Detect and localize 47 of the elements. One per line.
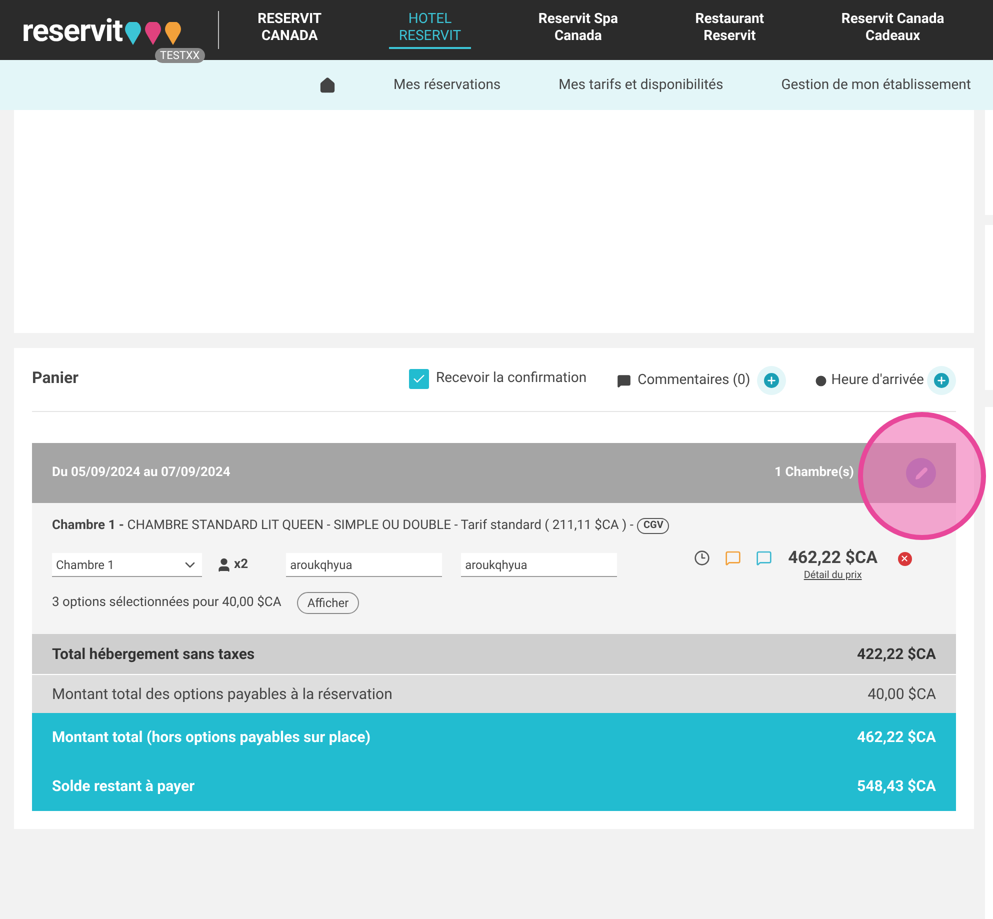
nav-tab[interactable]: RESERVIT CANADA [248,11,332,49]
comment-icon [616,374,631,388]
total-label: Montant total des options payables à la réservation [52,684,392,705]
total-value: 40,00 $CA [868,684,936,705]
add-arrival-button[interactable] [927,366,956,395]
remove-button[interactable] [898,552,912,566]
stay-dates: Du 05/09/2024 au 07/09/2024 [52,464,232,482]
nav-tab[interactable]: HOTEL RESERVIT [388,11,472,49]
nav-link[interactable]: Mes tarifs et disponibilités [558,74,724,96]
show-options-button[interactable]: Afficher [297,592,359,614]
nav-link[interactable]: Gestion de mon établissement [781,74,971,96]
total-value: 548,43 $CA [857,776,936,798]
total-value: 422,22 $CA [857,644,936,665]
comments-label: Commentaires (0) [638,371,750,390]
checkbox[interactable] [408,368,429,388]
total-label: Montant total (hors options payables sur place) [52,727,370,748]
first-name-field[interactable]: aroukqhyua [286,553,442,577]
close-icon [900,554,910,563]
comment-icon[interactable] [725,550,742,566]
environment-badge: TESTXX [155,48,205,62]
cart-title: Panier [32,367,80,389]
total-value: 462,22 $CA [857,727,936,748]
pencil-icon [914,466,928,480]
options-summary: 3 options sélectionnées pour 40,00 $CA [52,594,282,612]
guest-count: x2 [234,556,248,574]
total-label: Total hébergement sans taxes [52,644,255,665]
terms-link[interactable]: CGV [637,518,670,534]
room-description: Chambre 1 - CHAMBRE STANDARD LIT QUEEN - SIMPLE OU DOUBLE - Tarif standard ( 211,11 $CA ) - [52,517,634,535]
plus-icon [764,373,780,388]
nav-tab[interactable]: Restaurant Reservit [685,11,774,49]
nav-tab[interactable]: Reservit Spa Canada [528,11,628,49]
nav-tab[interactable]: Reservit Canada Cadeaux [831,11,954,49]
nav-link[interactable]: Mes réservations [394,74,501,96]
last-name-field[interactable]: aroukqhyua [461,553,618,577]
home-icon[interactable] [318,76,336,94]
plus-icon [934,373,949,388]
total-label: Solde restant à payer [52,776,195,798]
person-icon [216,557,232,573]
arrival-label: Heure d'arrivée [831,371,924,390]
room-select[interactable]: Chambre 1 [52,553,202,577]
room-price: 462,22 $CA [788,548,878,568]
add-comment-button[interactable] [757,366,786,395]
logo[interactable]: reservit [22,14,122,46]
checkbox-label: Recevoir la confirmation [436,369,587,388]
price-detail-link[interactable]: Détail du prix [804,568,862,582]
comment-icon[interactable] [756,550,772,566]
room-count: 1 Chambre(s) [774,464,854,482]
